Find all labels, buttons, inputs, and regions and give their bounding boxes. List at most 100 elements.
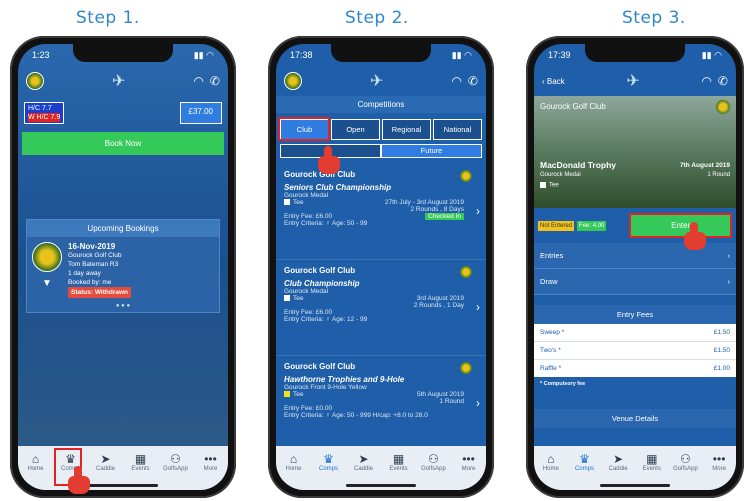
pager-dots[interactable]: ● ● ● <box>27 303 219 312</box>
enter-button[interactable]: Enter <box>629 213 732 238</box>
pointing-hand-icon <box>316 146 342 176</box>
phone-icon[interactable]: ✆ <box>718 74 728 88</box>
tee-color-icon <box>284 199 290 206</box>
comp-age: Age: 50 - 999 H/cap: +8.0 to 28.0 <box>331 412 428 419</box>
tab-golfsapp[interactable]: ⚇ GolfsApp <box>161 452 191 472</box>
golfsapp-icon: ⚇ <box>428 452 439 466</box>
comp-club: Gourock Golf Club <box>284 266 356 275</box>
booking-club: Gourock Golf Club <box>68 252 122 259</box>
notch <box>585 44 685 62</box>
events-icon: ▦ <box>134 452 147 466</box>
highlight-club-filter <box>278 117 330 141</box>
draw-row[interactable]: Draw › <box>534 269 736 295</box>
more-icon: ••• <box>204 452 217 466</box>
pointing-hand-icon <box>66 466 92 496</box>
booking-away: 1 day away <box>68 270 101 277</box>
tab-label: More <box>203 466 218 472</box>
phone-step-3: 17:39 ▮▮ ◠ ‹ Back ✈ ◠ ✆ Gourock Golf Clu… <box>526 36 744 498</box>
tab-events[interactable]: ▦ Events <box>637 452 667 472</box>
fee-badge: Fee: 4.00 <box>577 220 607 231</box>
tab-home[interactable]: ⌂ Home <box>279 452 309 472</box>
filter-future[interactable]: Future <box>381 144 482 158</box>
booking-player: Tom Bateman R3 <box>68 261 119 268</box>
chevron-right-icon: › <box>727 251 731 260</box>
page-title: Competitions <box>276 96 486 113</box>
chevron-right-icon[interactable]: › <box>476 204 480 218</box>
tab-label: Caddie <box>353 466 373 472</box>
tab-home[interactable]: ⌂ Home <box>21 452 51 472</box>
tab-more[interactable]: ••• More <box>196 452 226 472</box>
tab-golfsapp[interactable]: ⚇ GolfsApp <box>670 452 700 472</box>
tab-caddie[interactable]: ➤ Caddie <box>349 452 379 472</box>
world-handicap-value: W H/C 7.9 <box>28 113 61 122</box>
comp-age: Age: 12 - 99 <box>331 316 368 323</box>
booking-date: 16-Nov-2019 <box>68 242 116 251</box>
screen-competition-detail: 17:39 ▮▮ ◠ ‹ Back ✈ ◠ ✆ Gourock Golf Clu… <box>534 44 736 490</box>
book-now-button[interactable]: Book Now <box>22 132 224 155</box>
tab-events[interactable]: ▦ Events <box>126 452 156 472</box>
list-item[interactable]: Gourock Golf Club Hawthorne Trophies and… <box>276 356 486 452</box>
club-crest-icon <box>32 242 62 272</box>
signal-icon: ▮▮ ◠ <box>451 49 472 60</box>
golfsapp-icon: ⚇ <box>170 452 181 466</box>
comps-icon: ♛ <box>323 452 334 466</box>
caddie-icon: ➤ <box>100 452 111 466</box>
tab-golfsapp[interactable]: ⚇ GolfsApp <box>419 452 449 472</box>
tab-label: More <box>461 466 476 472</box>
tab-events[interactable]: ▦ Events <box>384 452 414 472</box>
tab-caddie[interactable]: ➤ Caddie <box>91 452 121 472</box>
phone-step-1: 1:23 ▮▮ ◠ ✈ ◠ ✆ H/C 7.7 W H/C 7.9 £37.00… <box>10 36 236 498</box>
wifi-icon[interactable]: ◠ <box>451 74 461 88</box>
signal-icon: ▮▮ ◠ <box>193 49 214 60</box>
clock: 17:38 <box>290 50 313 60</box>
balance-button[interactable]: £37.00 <box>179 102 222 124</box>
comp-criteria: Entry Criteria: <box>284 220 324 227</box>
list-item[interactable]: Gourock Golf Club Club Championship Gour… <box>276 260 486 356</box>
comp-dates: 5th August 2019 <box>417 391 464 398</box>
filter-national[interactable]: National <box>433 119 482 140</box>
venue-details-row[interactable]: Venue Details <box>534 409 736 428</box>
pointing-hand-icon <box>682 222 708 252</box>
phone-icon[interactable]: ✆ <box>468 74 478 88</box>
comp-rounds: 1 Round <box>439 398 464 405</box>
tab-comps[interactable]: ♛ Comps <box>569 452 599 472</box>
tab-comps[interactable]: ♛ Comps <box>314 452 344 472</box>
filter-open[interactable]: Open <box>331 119 380 140</box>
screen-home: 1:23 ▮▮ ◠ ✈ ◠ ✆ H/C 7.7 W H/C 7.9 £37.00… <box>18 44 228 490</box>
back-label: Back <box>546 76 565 86</box>
chevron-right-icon: › <box>727 277 731 286</box>
chevron-right-icon[interactable]: › <box>476 300 480 314</box>
club-badge-icon <box>460 266 472 278</box>
wifi-icon[interactable]: ◠ <box>193 74 203 88</box>
tab-label: GolfsApp <box>421 466 446 472</box>
back-button[interactable]: ‹ Back <box>542 77 565 86</box>
status-badge: Status: Withdrawn <box>68 287 131 298</box>
club-badge-icon <box>716 100 730 114</box>
tab-label: Home <box>542 466 559 472</box>
tab-more[interactable]: ••• More <box>704 452 734 472</box>
list-item[interactable]: Gourock Golf Club Seniors Club Champions… <box>276 146 486 260</box>
tab-caddie[interactable]: ➤ Caddie <box>603 452 633 472</box>
wifi-icon[interactable]: ◠ <box>701 74 711 88</box>
comp-course: Gourock Medal <box>540 172 581 178</box>
notch <box>73 44 173 62</box>
comp-tee: Tee <box>293 391 304 398</box>
tab-label: Caddie <box>608 466 628 472</box>
upcoming-bookings-card[interactable]: Upcoming Bookings ▼ 16-Nov-2019 Gourock … <box>26 219 220 313</box>
comp-club: Gourock Golf Club <box>284 170 356 179</box>
filter-regional[interactable]: Regional <box>382 119 431 140</box>
home-indicator <box>88 484 158 487</box>
fee-name: Raffle * <box>540 365 562 372</box>
tab-more[interactable]: ••• More <box>454 452 484 472</box>
comp-date: 7th August 2019 <box>680 162 730 169</box>
table-row: Sweep * £1.50 <box>534 324 736 342</box>
tee-color-icon <box>540 182 546 188</box>
entry-fees-title: Entry Fees <box>534 305 736 324</box>
tab-home[interactable]: ⌂ Home <box>536 452 566 472</box>
fee-amount: £1.00 <box>713 365 730 372</box>
phone-icon[interactable]: ✆ <box>210 74 220 88</box>
tab-label: Caddie <box>95 466 115 472</box>
booking-by: Booked by: me <box>68 279 112 286</box>
chevron-right-icon[interactable]: › <box>476 396 480 410</box>
comp-dates: 27th July - 3rd August 2019 <box>384 199 464 206</box>
